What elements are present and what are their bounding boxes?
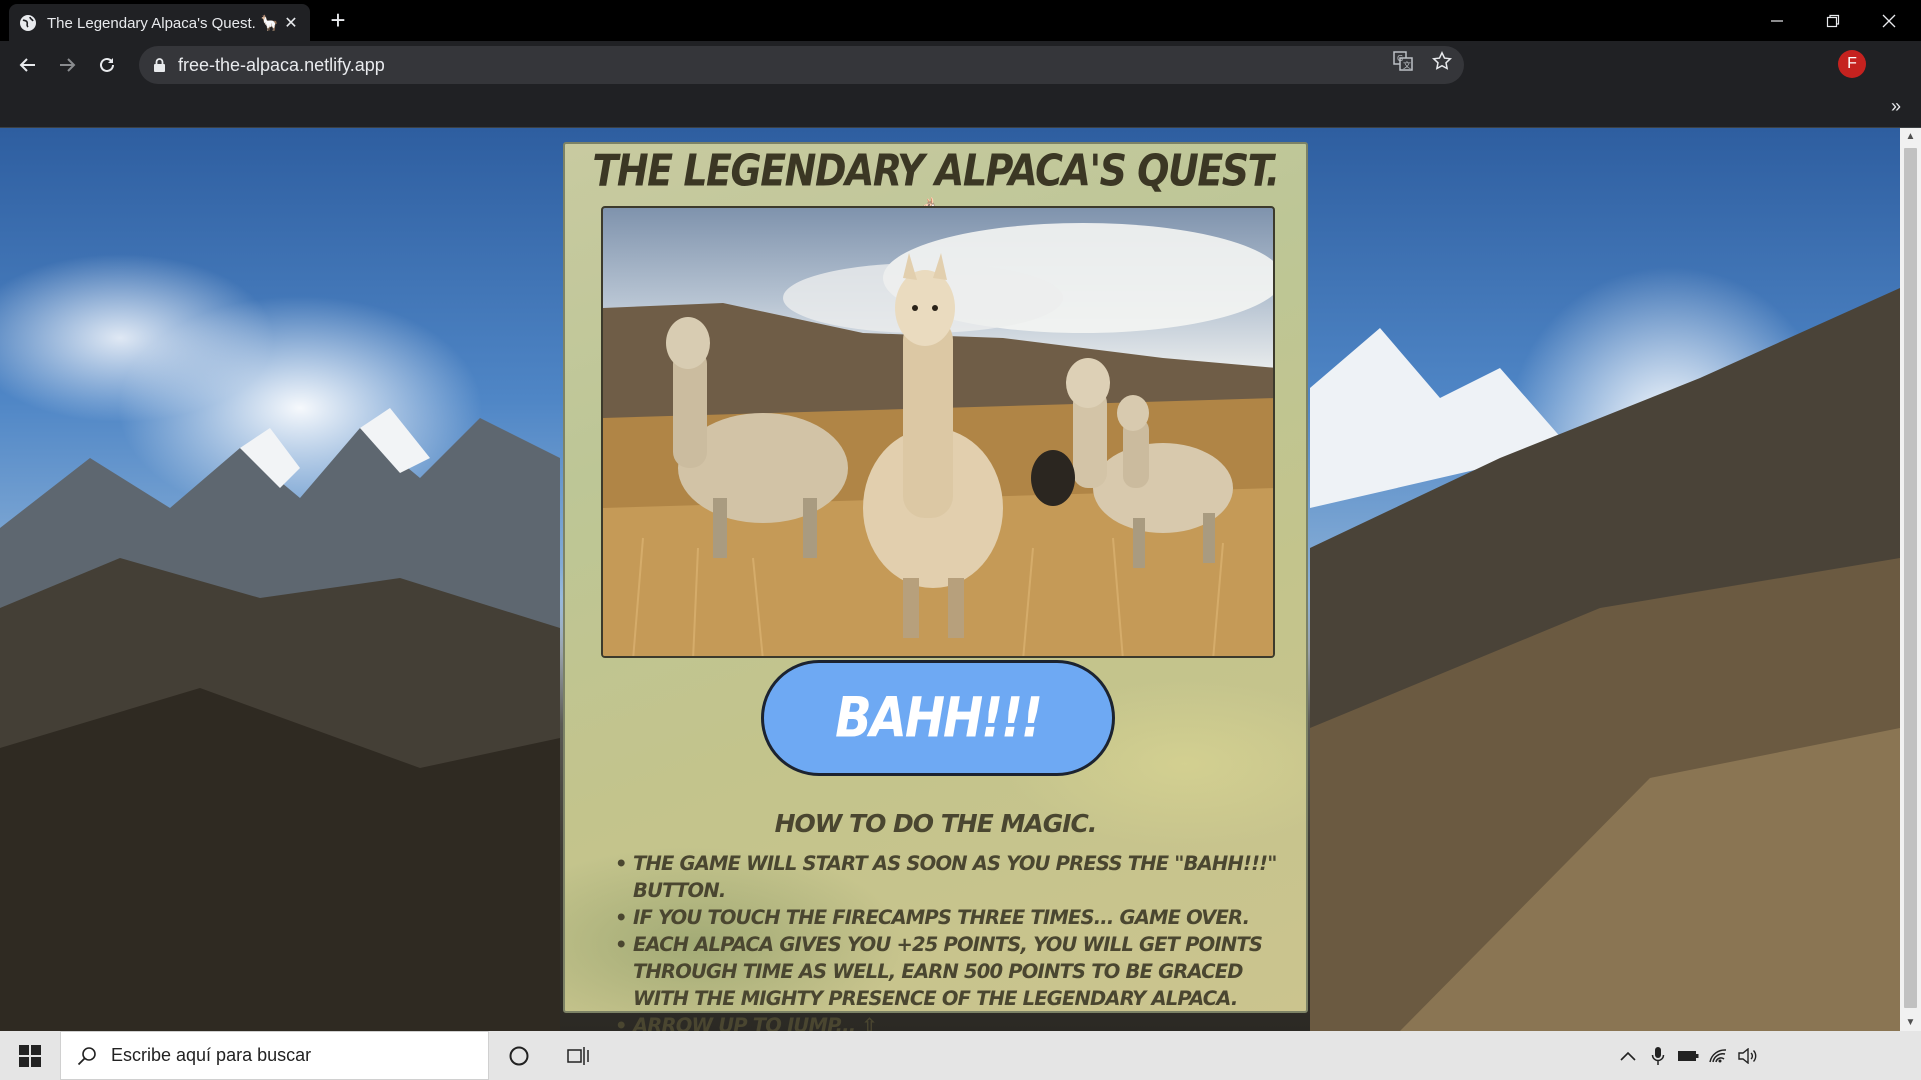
bookmark-star-icon[interactable] [1431,50,1453,72]
chevron-up-icon[interactable] [1613,1031,1643,1080]
alpaca-photo [601,206,1275,658]
reload-button[interactable] [92,50,122,80]
search-icon [77,1046,96,1065]
volume-icon[interactable] [1733,1031,1763,1080]
restore-button[interactable] [1805,0,1861,41]
wifi-icon[interactable] [1703,1031,1733,1080]
rules-list: THE GAME WILL START AS SOON AS YOU PRESS… [615,850,1295,1031]
address-bar[interactable]: free-the-alpaca.netlify.app [139,46,1464,84]
taskbar-search-input[interactable]: Escribe aquí para buscar [60,1031,489,1080]
browser-tab[interactable]: The Legendary Alpaca's Quest. 🦙 ✕ [9,4,310,41]
battery-icon[interactable] [1673,1031,1703,1080]
url-text: free-the-alpaca.netlify.app [178,54,385,75]
reload-icon [100,57,114,72]
windows-taskbar: Escribe aquí para buscar [0,1031,1921,1080]
bahh-start-button[interactable]: BAHH!!! [761,660,1115,776]
tab-title: The Legendary Alpaca's Quest. 🦙 [47,14,279,32]
translate-icon[interactable]: G文 [1392,50,1414,72]
scroll-up-arrow-icon[interactable]: ▲ [1900,128,1921,145]
scroll-down-arrow-icon[interactable]: ▼ [1900,1014,1921,1031]
microphone-icon[interactable] [1643,1031,1673,1080]
rule-item: THE GAME WILL START AS SOON AS YOU PRESS… [615,850,1295,904]
forward-arrow-icon [60,58,76,72]
rule-item: ARROW UP TO JUMP... ⇧ [615,1012,1295,1031]
search-placeholder: Escribe aquí para buscar [111,1045,312,1065]
svg-text:文: 文 [1403,60,1411,70]
bookmarks-bar: » [0,88,1921,128]
task-view-icon[interactable] [555,1031,603,1080]
scrollbar-thumb[interactable] [1904,148,1917,1008]
tab-close-icon[interactable]: ✕ [282,13,300,33]
profile-avatar[interactable]: F [1838,50,1866,78]
lock-icon [154,57,165,72]
globe-icon [19,14,37,32]
back-button[interactable] [13,50,43,80]
page-scrollbar[interactable]: ▲ ▼ [1900,128,1921,1031]
game-card: THE LEGENDARY ALPACA'S QUEST. 🦙 [563,142,1308,1031]
browser-toolbar: free-the-alpaca.netlify.app G文 F [0,41,1921,88]
page-viewport: THE LEGENDARY ALPACA'S QUEST. 🦙 [0,128,1900,1031]
bahh-button-label: BAHH!!! [835,685,1043,751]
close-window-button[interactable] [1861,0,1917,41]
cortana-icon[interactable] [495,1031,543,1080]
minimize-button[interactable] [1749,0,1805,41]
how-to-heading: HOW TO DO THE MAGIC. [774,809,1098,838]
bookmarks-overflow-button[interactable]: » [1891,96,1901,117]
new-tab-button[interactable]: + [325,7,351,34]
windows-logo-icon [19,1044,41,1067]
start-button[interactable] [0,1031,60,1080]
back-arrow-icon [19,58,35,72]
forward-button[interactable] [52,50,82,80]
browser-tab-strip: The Legendary Alpaca's Quest. 🦙 ✕ + [0,0,1921,41]
rule-item: IF YOU TOUCH THE FIRECAMPS THREE TIMES..… [615,904,1295,931]
rule-item: EACH ALPACA GIVES YOU +25 POINTS, YOU WI… [615,931,1295,1012]
